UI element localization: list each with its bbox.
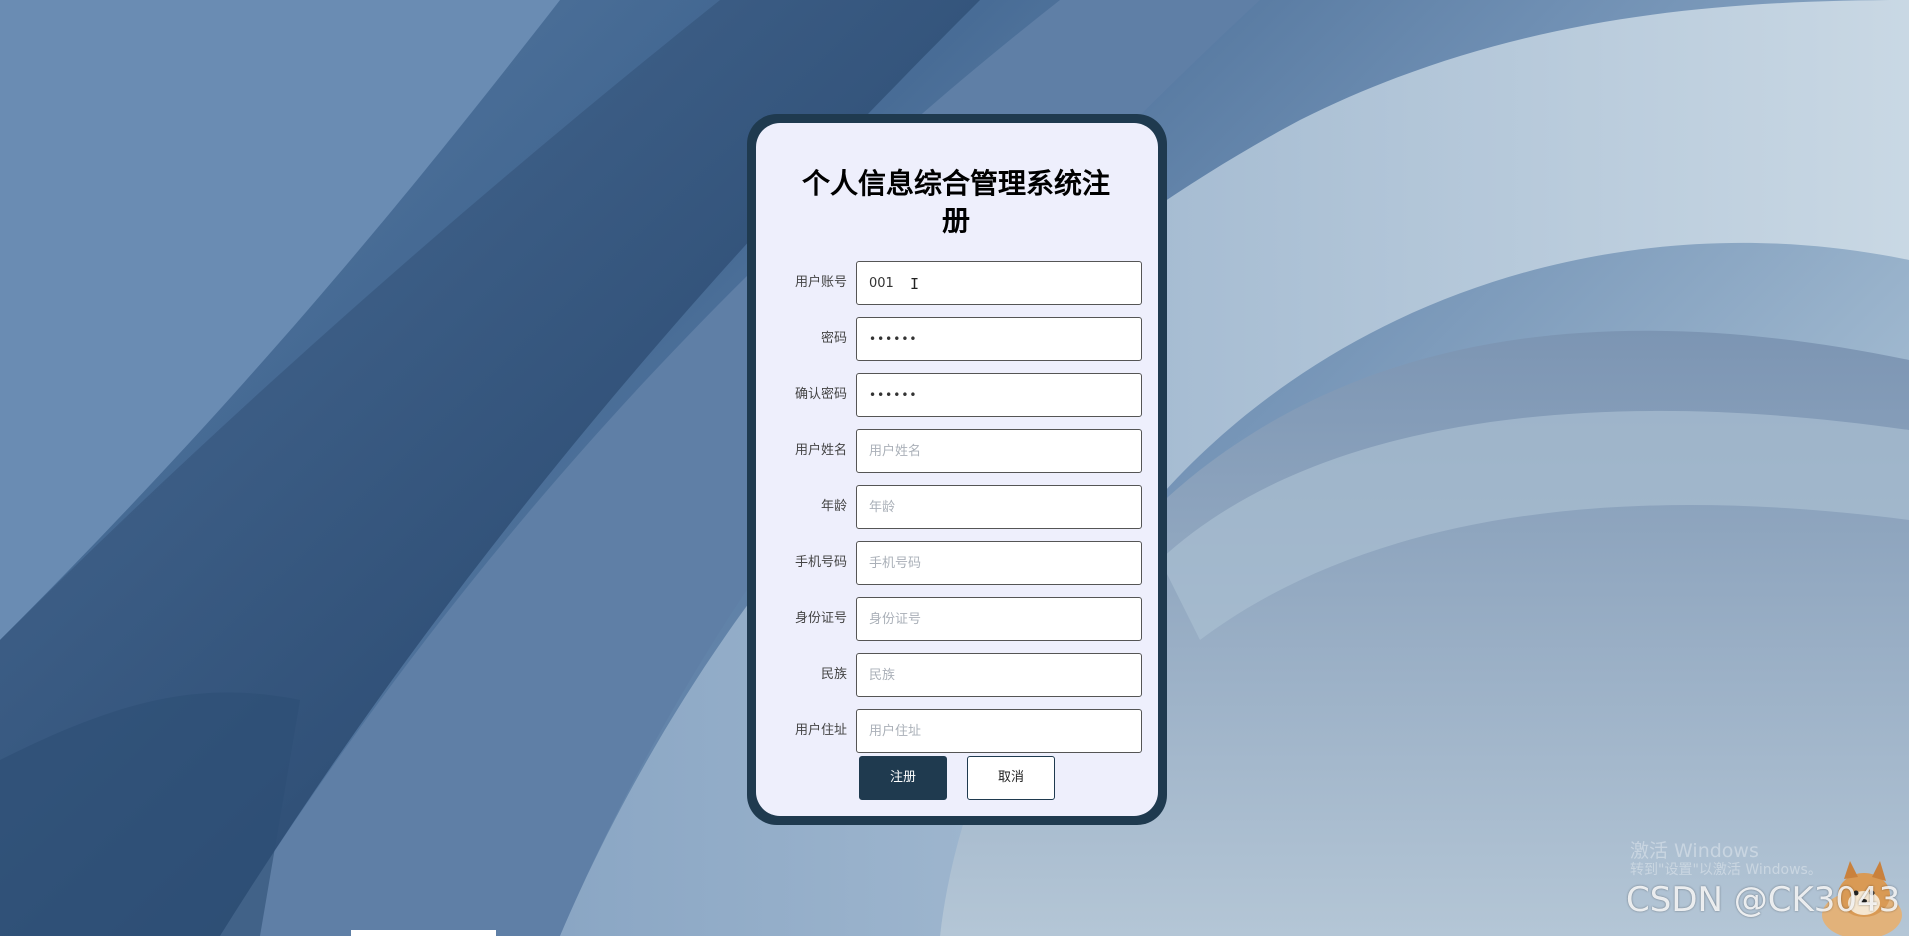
register-card-body: 个人信息综合管理系统注册 用户账号 I 密码 确认密码 用户姓名 年龄 手机号码 [756,123,1158,816]
id-number-input[interactable] [856,597,1142,641]
ethnicity-input[interactable] [856,653,1142,697]
age-input[interactable] [856,485,1142,529]
phone-label: 手机号码 [794,555,847,570]
form-row-phone: 手机号码 [756,541,1158,585]
form-row-account: 用户账号 [756,261,1158,305]
confirm-password-label: 确认密码 [794,387,847,402]
account-input[interactable] [856,261,1142,305]
password-label: 密码 [820,331,847,346]
csdn-watermark: CSDN @CK3043 [1626,880,1901,920]
activate-windows-watermark: 激活 Windows 转到"设置"以激活 Windows。 [1630,840,1822,878]
activate-windows-title: 激活 Windows [1630,840,1759,862]
text-cursor-icon: I [910,275,920,293]
register-button[interactable]: 注册 [859,756,947,800]
cancel-button[interactable]: 取消 [967,756,1055,800]
form-row-name: 用户姓名 [756,429,1158,473]
age-label: 年龄 [820,499,847,514]
form-row-address: 用户住址 [756,709,1158,753]
form-row-age: 年龄 [756,485,1158,529]
form-row-confirm-password: 确认密码 [756,373,1158,417]
taskbar-fragment [351,930,496,936]
activate-windows-subtitle: 转到"设置"以激活 Windows。 [1630,862,1822,878]
form-row-id-number: 身份证号 [756,597,1158,641]
form-row-password: 密码 [756,317,1158,361]
ethnicity-label: 民族 [820,667,847,682]
phone-input[interactable] [856,541,1142,585]
page-title: 个人信息综合管理系统注册 [801,167,1110,237]
account-label: 用户账号 [794,275,847,290]
id-number-label: 身份证号 [794,611,847,626]
address-label: 用户住址 [794,723,847,738]
form-row-ethnicity: 民族 [756,653,1158,697]
name-input[interactable] [856,429,1142,473]
confirm-password-input[interactable] [856,373,1142,417]
address-input[interactable] [856,709,1142,753]
password-input[interactable] [856,317,1142,361]
register-card: 个人信息综合管理系统注册 用户账号 I 密码 确认密码 用户姓名 年龄 手机号码 [747,114,1167,825]
name-label: 用户姓名 [794,443,847,458]
